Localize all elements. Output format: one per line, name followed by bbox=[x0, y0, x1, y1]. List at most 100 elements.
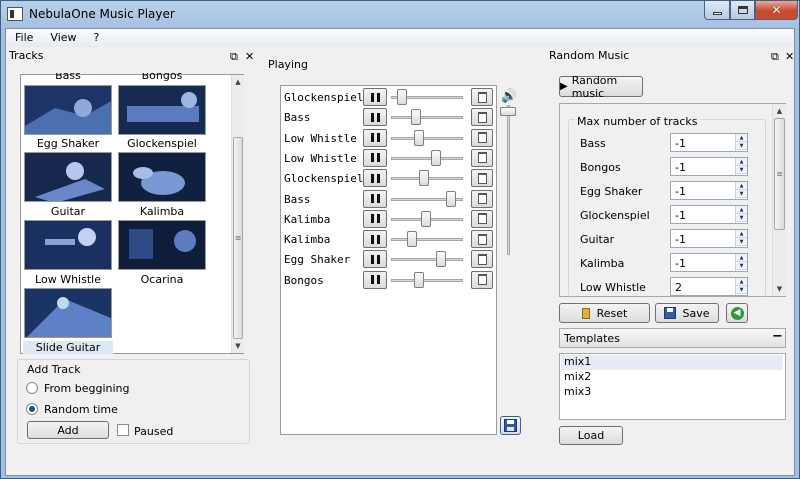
spin-down-icon[interactable]: ▼ bbox=[736, 166, 747, 174]
spin-down-icon[interactable]: ▼ bbox=[736, 286, 747, 294]
volume-slider[interactable] bbox=[391, 156, 463, 160]
spin-up-icon[interactable]: ▲ bbox=[736, 278, 747, 286]
spin-up-icon[interactable]: ▲ bbox=[736, 230, 747, 238]
spin-up-icon[interactable]: ▲ bbox=[736, 158, 747, 166]
spin-arrows[interactable]: ▲ ▼ bbox=[735, 158, 747, 175]
volume-slider[interactable] bbox=[391, 278, 463, 282]
spin-arrows[interactable]: ▲ ▼ bbox=[735, 134, 747, 151]
volume-handle[interactable] bbox=[421, 210, 432, 227]
spin-arrows[interactable]: ▲ ▼ bbox=[735, 206, 747, 223]
templates-list[interactable]: mix1 mix2 mix3 bbox=[559, 353, 786, 420]
close-icon[interactable]: ✕ bbox=[785, 50, 794, 63]
scroll-thumb[interactable]: ≡ bbox=[233, 137, 243, 339]
paused-checkbox[interactable] bbox=[117, 424, 129, 436]
save-button[interactable]: Save bbox=[655, 303, 719, 323]
volume-slider[interactable] bbox=[391, 258, 463, 262]
limit-spinbox[interactable]: -1 ▲ ▼ bbox=[670, 133, 748, 152]
pause-button[interactable] bbox=[363, 88, 387, 106]
scroll-down-arrow-icon[interactable]: ▼ bbox=[232, 339, 244, 353]
spin-arrows[interactable]: ▲ ▼ bbox=[735, 230, 747, 247]
tracks-scrollbar[interactable]: ▲ ≡ ▼ bbox=[231, 75, 244, 353]
pause-button[interactable] bbox=[363, 169, 387, 188]
limits-scrollbar[interactable]: ▲ ≡ ▼ bbox=[772, 104, 786, 296]
close-window-button[interactable]: ✕ bbox=[755, 1, 798, 20]
spin-up-icon[interactable]: ▲ bbox=[736, 206, 747, 214]
limit-spinbox[interactable]: -1 ▲ ▼ bbox=[670, 229, 748, 248]
template-item[interactable]: mix1 bbox=[561, 355, 783, 370]
scroll-up-arrow-icon[interactable]: ▲ bbox=[773, 104, 786, 118]
master-volume-handle[interactable] bbox=[500, 107, 516, 116]
volume-handle[interactable] bbox=[418, 170, 429, 187]
pause-button[interactable] bbox=[363, 230, 387, 249]
remove-track-button[interactable] bbox=[471, 88, 493, 106]
float-icon[interactable]: ⧉ bbox=[230, 50, 238, 64]
load-button[interactable]: Load bbox=[559, 426, 623, 445]
remove-track-button[interactable] bbox=[471, 108, 493, 127]
volume-handle[interactable] bbox=[430, 149, 441, 166]
add-button[interactable]: Add bbox=[27, 421, 109, 439]
volume-slider[interactable] bbox=[391, 238, 463, 242]
spin-up-icon[interactable]: ▲ bbox=[736, 134, 747, 142]
pause-button[interactable] bbox=[363, 209, 387, 228]
spin-down-icon[interactable]: ▼ bbox=[736, 262, 747, 270]
save-playing-button[interactable] bbox=[500, 416, 521, 435]
remove-track-button[interactable] bbox=[471, 270, 493, 289]
limit-spinbox[interactable]: -1 ▲ ▼ bbox=[670, 205, 748, 224]
random-time-radio[interactable] bbox=[26, 403, 38, 415]
remove-track-button[interactable] bbox=[471, 209, 493, 228]
volume-handle[interactable] bbox=[413, 271, 424, 288]
pause-button[interactable] bbox=[363, 270, 387, 289]
pause-button[interactable] bbox=[363, 189, 387, 208]
volume-slider[interactable] bbox=[391, 116, 463, 120]
track-thumbnail[interactable] bbox=[24, 85, 112, 135]
remove-track-button[interactable] bbox=[471, 148, 493, 167]
track-thumbnail[interactable] bbox=[24, 152, 112, 202]
menu-help[interactable]: ? bbox=[85, 29, 108, 47]
spin-down-icon[interactable]: ▼ bbox=[736, 238, 747, 246]
close-icon[interactable]: ✕ bbox=[245, 50, 254, 63]
scroll-thumb[interactable]: ≡ bbox=[774, 118, 785, 230]
pause-button[interactable] bbox=[363, 250, 387, 269]
track-thumbnail[interactable] bbox=[24, 220, 112, 270]
spin-down-icon[interactable]: ▼ bbox=[736, 190, 747, 198]
float-icon[interactable]: ⧉ bbox=[771, 50, 779, 64]
from-beginning-radio[interactable] bbox=[26, 382, 38, 394]
remove-track-button[interactable] bbox=[471, 230, 493, 249]
menu-view[interactable]: View bbox=[41, 29, 84, 47]
spin-down-icon[interactable]: ▼ bbox=[736, 214, 747, 222]
tracks-list[interactable]: Bass Bongos Egg Shaker Glockenspiel Guit… bbox=[20, 73, 244, 354]
pause-button[interactable] bbox=[363, 128, 387, 147]
volume-handle[interactable] bbox=[436, 251, 447, 268]
spin-arrows[interactable]: ▲ ▼ bbox=[735, 278, 747, 295]
spin-arrows[interactable]: ▲ ▼ bbox=[735, 182, 747, 199]
spin-arrows[interactable]: ▲ ▼ bbox=[735, 254, 747, 271]
master-volume-track[interactable] bbox=[507, 105, 510, 255]
track-thumbnail[interactable] bbox=[118, 85, 206, 135]
volume-handle[interactable] bbox=[413, 129, 424, 146]
volume-handle[interactable] bbox=[445, 190, 456, 207]
track-thumbnail[interactable] bbox=[118, 220, 206, 270]
templates-header[interactable]: Templates − bbox=[559, 328, 786, 348]
title-bar[interactable]: NebulaOne Music Player ✕ bbox=[1, 1, 799, 28]
menu-file[interactable]: File bbox=[6, 29, 41, 47]
remove-track-button[interactable] bbox=[471, 169, 493, 188]
scroll-down-arrow-icon[interactable]: ▼ bbox=[773, 282, 786, 296]
track-thumbnail[interactable] bbox=[118, 152, 206, 202]
spin-up-icon[interactable]: ▲ bbox=[736, 182, 747, 190]
limit-spinbox[interactable]: 2 ▲ ▼ bbox=[670, 277, 748, 296]
spin-down-icon[interactable]: ▼ bbox=[736, 142, 747, 150]
pause-button[interactable] bbox=[363, 108, 387, 127]
maximize-button[interactable] bbox=[730, 1, 755, 20]
scroll-up-arrow-icon[interactable]: ▲ bbox=[232, 75, 244, 89]
collapse-icon[interactable]: − bbox=[772, 329, 783, 344]
spin-up-icon[interactable]: ▲ bbox=[736, 254, 747, 262]
volume-handle[interactable] bbox=[410, 109, 421, 126]
volume-handle[interactable] bbox=[407, 231, 418, 248]
volume-slider[interactable] bbox=[391, 136, 463, 140]
limit-spinbox[interactable]: -1 ▲ ▼ bbox=[670, 253, 748, 272]
reset-button[interactable]: Reset bbox=[559, 303, 650, 323]
template-item[interactable]: mix3 bbox=[561, 385, 783, 400]
apply-button[interactable]: ◀ bbox=[726, 303, 748, 323]
remove-track-button[interactable] bbox=[471, 189, 493, 208]
template-item[interactable]: mix2 bbox=[561, 370, 783, 385]
